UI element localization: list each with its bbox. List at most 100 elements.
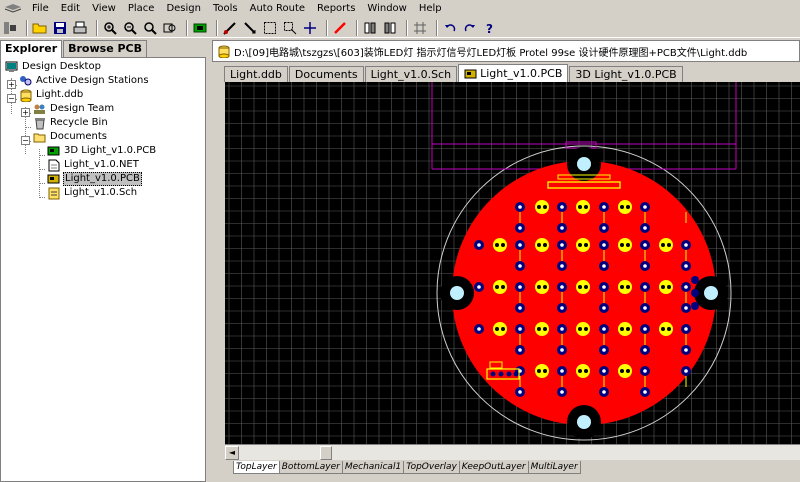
connector-pad — [691, 302, 699, 310]
cross-probe-icon[interactable] — [222, 20, 238, 36]
document-path: D:\[09]电路城\tszgzs\[603]装饰LED灯 指示灯信号灯LED灯… — [234, 47, 748, 59]
smd-pad-hole — [684, 327, 688, 331]
collapse-toggle[interactable]: − — [7, 94, 16, 103]
netlist-icon — [47, 159, 60, 172]
layer-tab-mechanical1[interactable]: Mechanical1 — [341, 461, 405, 474]
help-icon[interactable]: ? — [482, 20, 498, 36]
tree-node-light-ddb[interactable]: Light.ddb — [19, 88, 84, 102]
layer-tab-toplayer[interactable]: TopLayer — [233, 461, 280, 474]
zoom-fit-icon[interactable] — [162, 20, 178, 36]
zoom-in-icon[interactable] — [102, 20, 118, 36]
select-icon[interactable] — [262, 20, 278, 36]
tree-node-pcb[interactable]: Light_v1.0.PCB — [47, 172, 142, 186]
led-pad — [543, 243, 547, 247]
redo-icon[interactable] — [462, 20, 478, 36]
led-pad — [578, 327, 582, 331]
tab-documents[interactable]: Documents — [288, 66, 364, 82]
zoom-area-icon[interactable] — [142, 20, 158, 36]
route-icon[interactable] — [332, 20, 348, 36]
collapse-toggle[interactable]: − — [21, 136, 30, 145]
save-icon[interactable] — [52, 20, 68, 36]
menu-design[interactable]: Design — [160, 1, 207, 17]
led-pad — [543, 369, 547, 373]
deselect-icon[interactable] — [282, 20, 298, 36]
smd-pad-hole — [560, 348, 564, 352]
menu-auto-route[interactable]: Auto Route — [244, 1, 311, 17]
led-pad — [578, 205, 582, 209]
layer-tab-topoverlay[interactable]: TopOverlay — [403, 461, 460, 474]
tab-browse-pcb[interactable]: Browse PCB — [63, 40, 148, 57]
expand-toggle[interactable]: + — [21, 108, 30, 117]
recycle-bin-icon — [33, 117, 46, 130]
svg-text:?: ? — [486, 22, 493, 35]
scroll-thumb[interactable] — [320, 446, 332, 460]
mounting-hole — [577, 415, 591, 429]
folder-icon — [33, 131, 46, 144]
smd-pad-hole — [518, 285, 522, 289]
led-pad — [584, 327, 588, 331]
layer-tab-bottomlayer[interactable]: BottomLayer — [278, 461, 343, 474]
tree-node-sch[interactable]: Light_v1.0.Sch — [47, 186, 138, 200]
smd-pad-hole — [477, 327, 481, 331]
layer-tab-keepoutlayer[interactable]: KeepOutLayer — [458, 461, 529, 474]
tab-light-ddb[interactable]: Light.ddb — [224, 66, 288, 82]
led-pad — [501, 243, 505, 247]
led-pad — [584, 285, 588, 289]
tab-3d-light-pcb[interactable]: 3D Light_v1.0.PCB — [569, 66, 683, 82]
smd-pad-hole — [643, 226, 647, 230]
tree-node-documents[interactable]: Documents — [33, 130, 108, 144]
grid-icon[interactable] — [412, 20, 428, 36]
tree-node-design-desktop[interactable]: Design Desktop — [5, 60, 102, 74]
smd-pad-hole — [518, 264, 522, 268]
toolbar-separator — [436, 19, 438, 36]
tab-label: Light_v1.0.PCB — [480, 67, 563, 80]
smd-pad-hole — [602, 390, 606, 394]
layer-tab-multilayer[interactable]: MultiLayer — [527, 461, 581, 474]
led-pad — [620, 205, 624, 209]
tree-node-active-design-stations[interactable]: Active Design Stations — [19, 74, 150, 88]
document-area: D:\[09]电路城\tszgzs\[603]装饰LED灯 指示灯信号灯LED灯… — [212, 40, 800, 482]
menu-reports[interactable]: Reports — [311, 1, 361, 17]
menu-view[interactable]: View — [86, 1, 122, 17]
menu-place[interactable]: Place — [122, 1, 161, 17]
smd-pad-hole — [602, 327, 606, 331]
tree-node-net[interactable]: Light_v1.0.NET — [47, 158, 140, 172]
component-icon[interactable] — [192, 20, 208, 36]
scroll-left-icon[interactable]: ◄ — [225, 446, 239, 460]
tab-explorer[interactable]: Explorer — [0, 40, 63, 58]
smd-pad-hole — [560, 306, 564, 310]
pcb-icon — [464, 67, 477, 80]
smd-pad-hole — [643, 390, 647, 394]
menu-help[interactable]: Help — [413, 1, 448, 17]
menu-edit[interactable]: Edit — [55, 1, 86, 17]
horizontal-scrollbar[interactable]: ◄ — [225, 444, 800, 460]
smd-pad-hole — [684, 264, 688, 268]
panel-toggle-icon[interactable] — [2, 20, 18, 36]
explorer-tree: Design Desktop + Active Design Stations … — [0, 57, 206, 482]
smd-pad-hole — [477, 243, 481, 247]
menu-tools[interactable]: Tools — [207, 1, 244, 17]
undo-icon[interactable] — [442, 20, 458, 36]
led-pad — [661, 243, 665, 247]
open-folder-icon[interactable] — [32, 20, 48, 36]
pcb-canvas[interactable] — [225, 82, 800, 444]
tree-node-3d-pcb[interactable]: 3D Light_v1.0.PCB — [47, 144, 157, 158]
zoom-out-icon[interactable] — [122, 20, 138, 36]
pcb-drawing — [225, 82, 800, 444]
menu-file[interactable]: File — [26, 1, 55, 17]
tab-light-sch[interactable]: Light_v1.0.Sch — [364, 66, 458, 82]
tab-light-pcb[interactable]: Light_v1.0.PCB — [458, 64, 569, 82]
system-menu-icon[interactable] — [0, 1, 26, 17]
tree-node-design-team[interactable]: Design Team — [33, 102, 115, 116]
menu-window[interactable]: Window — [361, 1, 412, 17]
led-pad — [620, 285, 624, 289]
schematic-icon — [47, 187, 60, 200]
tree-node-recycle-bin[interactable]: Recycle Bin — [33, 116, 109, 130]
library-icon[interactable] — [362, 20, 378, 36]
browse-icon[interactable] — [382, 20, 398, 36]
move-icon[interactable] — [242, 20, 258, 36]
print-icon[interactable] — [72, 20, 88, 36]
cross-icon[interactable] — [302, 20, 318, 36]
smd-pad-hole — [602, 306, 606, 310]
expand-toggle[interactable]: + — [7, 80, 16, 89]
